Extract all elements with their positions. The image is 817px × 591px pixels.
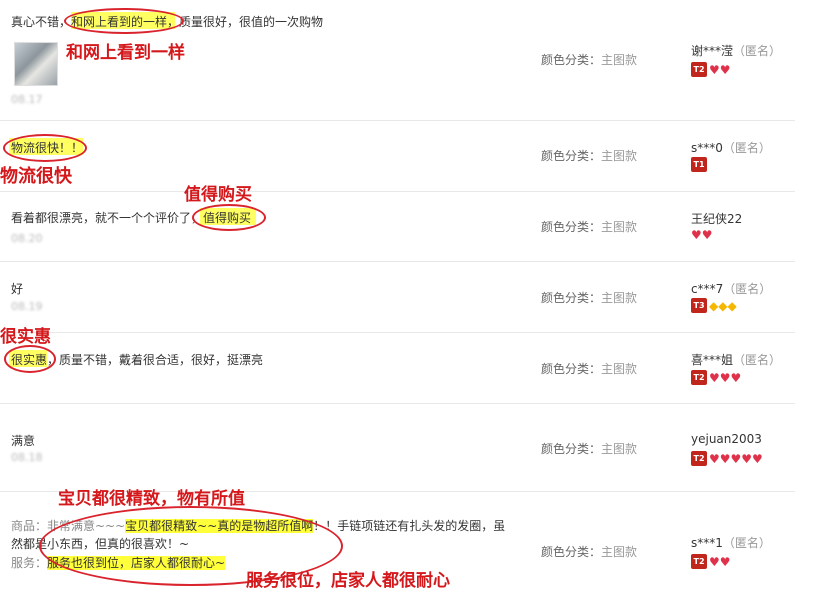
level-badge-icon: T1 <box>691 157 707 172</box>
gold-diamond-rank-icon: ◆◆◆ <box>709 298 737 313</box>
color-category: 颜色分类：主图款 <box>541 362 638 376</box>
annotation-note: 和网上看到一样 <box>66 43 185 63</box>
annotation-ellipse <box>64 8 184 34</box>
heart-rank-icon: ♥♥♥ <box>709 370 742 385</box>
reviewer-name[interactable]: s***1（匿名） <box>691 534 771 551</box>
reviewer-name[interactable]: 王纪侠22 <box>691 210 742 227</box>
level-badge-icon: T3 <box>691 298 707 313</box>
annotation-note: 服务很位，店家人都很耐心 <box>246 571 450 591</box>
reviewer-name[interactable]: s***0（匿名） <box>691 139 771 156</box>
heart-rank-icon: ♥♥ <box>691 228 713 242</box>
color-category: 颜色分类：主图款 <box>541 149 638 163</box>
color-category: 颜色分类：主图款 <box>541 442 638 456</box>
level-badge-icon: T2 <box>691 370 707 385</box>
review-photo-thumbnail[interactable] <box>14 42 58 86</box>
level-badge-icon: T2 <box>691 62 707 77</box>
reviewer-badges: T2 ♥♥♥ <box>691 370 741 385</box>
annotation-note: 宝贝都很精致，物有所值 <box>58 489 245 509</box>
review-date: 08.19 <box>11 300 43 313</box>
level-badge-icon: T2 <box>691 451 707 466</box>
review-date: 08.17 <box>11 93 43 106</box>
color-category: 颜色分类：主图款 <box>541 53 638 67</box>
review-date: 08.18 <box>11 451 43 464</box>
annotation-note: 很实惠 <box>0 327 51 347</box>
color-category: 颜色分类：主图款 <box>541 291 638 305</box>
heart-rank-icon: ♥♥ <box>709 62 731 77</box>
reviewer-name[interactable]: 喜***姐（匿名） <box>691 351 781 368</box>
color-category: 颜色分类：主图款 <box>541 545 638 559</box>
review-row: 满意 08.18 颜色分类：主图款 yejuan2003 T2 ♥♥♥♥♥ <box>0 404 795 492</box>
reviewer-name[interactable]: 谢***滢（匿名） <box>691 42 781 59</box>
review-text: 满意 <box>11 434 36 448</box>
annotation-note: 值得购买 <box>184 185 252 205</box>
reviewer-badges: T3 ◆◆◆ <box>691 298 737 313</box>
review-row: 很实惠，质量不错，戴着很合适，很好，挺漂亮 颜色分类：主图款 喜***姐（匿名）… <box>0 333 795 404</box>
reviewer-name[interactable]: c***7（匿名） <box>691 280 771 297</box>
level-badge-icon: T2 <box>691 554 707 569</box>
annotation-ellipse <box>3 134 87 162</box>
reviewer-badges: T2 ♥♥♥♥♥ <box>691 451 763 466</box>
review-date: 08.20 <box>11 232 43 245</box>
reviewer-badges: T1 <box>691 157 707 172</box>
reviewer-badges: ♥♥ <box>691 229 713 241</box>
annotation-ellipse <box>4 345 56 373</box>
annotation-ellipse <box>192 204 266 231</box>
review-row: 好 08.19 颜色分类：主图款 c***7（匿名） T3 ◆◆◆ <box>0 262 795 333</box>
review-row: 看着都很漂亮，就不一个个评价了，值得购买 08.20 颜色分类：主图款 王纪侠2… <box>0 192 795 262</box>
reviewer-badges: T2 ♥♥ <box>691 554 731 569</box>
review-row: 物流很快！！ 颜色分类：主图款 s***0（匿名） T1 <box>0 121 795 192</box>
annotation-note: 物流很快 <box>0 166 72 187</box>
reviewer-name[interactable]: yejuan2003 <box>691 432 762 446</box>
review-text: 好 <box>11 282 24 296</box>
heart-rank-icon: ♥♥♥♥♥ <box>709 451 763 466</box>
heart-rank-icon: ♥♥ <box>709 554 731 569</box>
reviewer-badges: T2 ♥♥ <box>691 62 731 77</box>
color-category: 颜色分类：主图款 <box>541 220 638 234</box>
